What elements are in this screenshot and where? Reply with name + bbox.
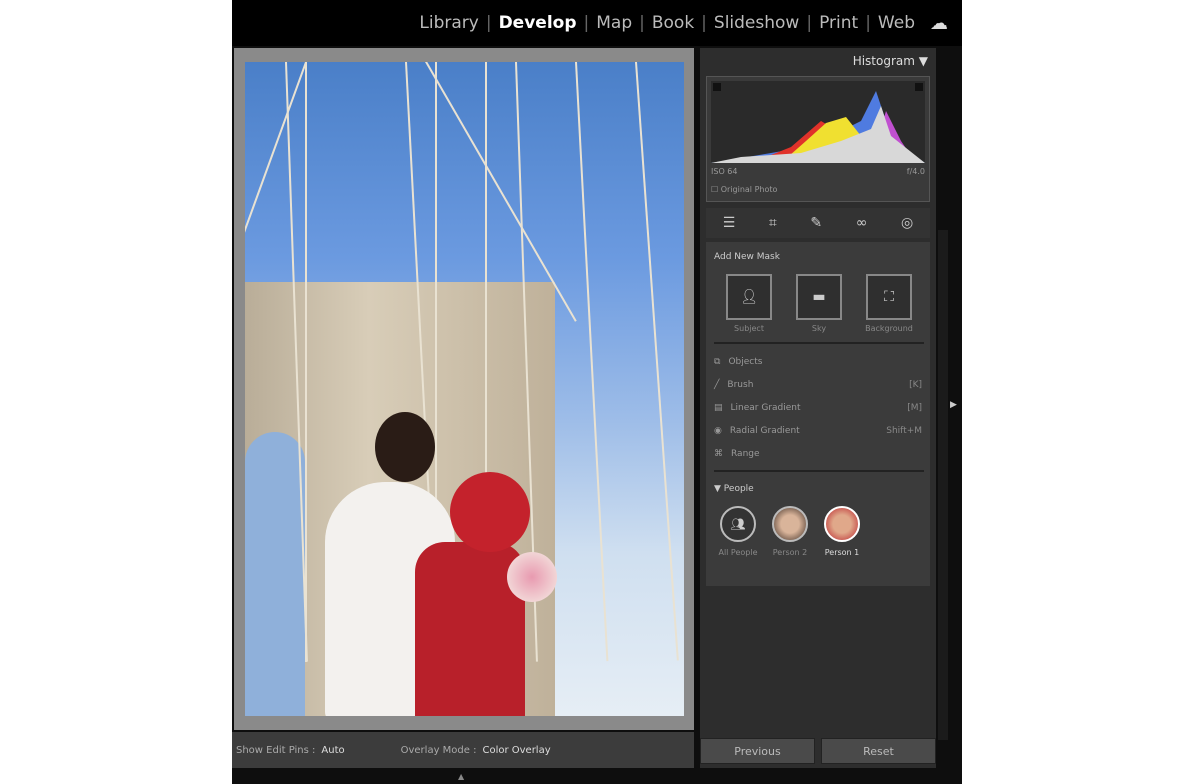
person-1-avatar[interactable] — [824, 506, 860, 542]
tool-label: Brush — [727, 380, 754, 390]
filmstrip-toggle-icon[interactable]: ▲ — [458, 772, 464, 781]
previous-button[interactable]: Previous — [700, 738, 815, 764]
person-1-label: Person 1 — [824, 548, 860, 557]
bridge-cable — [575, 62, 609, 662]
module-map[interactable]: Map — [589, 13, 639, 33]
linear-gradient-icon: ▤ — [714, 403, 723, 413]
tool-strip: ☰ ⌗ ✎ ∞ ◎ — [706, 208, 930, 238]
tool-label: Range — [731, 449, 760, 459]
module-print[interactable]: Print — [812, 13, 865, 33]
brush-icon: ╱ — [714, 380, 720, 390]
radial-gradient-tool[interactable]: ◉ Radial Gradient Shift+M — [714, 421, 922, 441]
divider — [714, 342, 924, 344]
module-slideshow[interactable]: Slideshow — [707, 13, 806, 33]
bridge-cable — [635, 62, 679, 661]
iso-readout: ISO 64 — [711, 167, 738, 176]
linear-gradient-tool[interactable]: ▤ Linear Gradient [M] — [714, 398, 922, 418]
people-heading[interactable]: ▼ People — [714, 484, 754, 494]
overlay-mode-label: Overlay Mode : — [400, 744, 477, 756]
radial-gradient-icon: ◉ — [714, 426, 722, 436]
right-panel: Histogram ▼ ISO 64 f/4.0 ☐ Original Phot… — [700, 48, 936, 768]
module-book[interactable]: Book — [645, 13, 701, 33]
highlight-clipping-icon — [915, 83, 923, 91]
bride-head — [375, 412, 435, 482]
nav-buttons: Previous Reset — [700, 738, 936, 764]
sky-icon: ▬ — [812, 289, 826, 305]
lightroom-window: ▲ Library|Develop|Map|Book|Slideshow|Pri… — [232, 0, 962, 784]
sliders-icon[interactable]: ☰ — [723, 215, 736, 231]
add-new-mask-heading: Add New Mask — [714, 252, 780, 262]
toolbar: Show Edit Pins : Auto Overlay Mode : Col… — [232, 732, 694, 768]
person-2-avatar[interactable] — [772, 506, 808, 542]
module-picker: Library | Develop | Map | Book | Slideshow | Print… — [232, 0, 962, 46]
module-develop[interactable]: Develop — [492, 13, 584, 33]
range-icon: ⌘ — [714, 449, 723, 459]
all-people-label: All People — [718, 548, 758, 557]
select-subject-button[interactable]: 👤︎ — [726, 274, 772, 320]
divider — [714, 470, 924, 472]
histogram: ISO 64 f/4.0 ☐ Original Photo — [706, 76, 930, 202]
shortcut: [K] — [909, 380, 922, 390]
brush-tool[interactable]: ╱ Brush [K] — [714, 375, 922, 395]
select-background-button[interactable]: ⛶ — [866, 274, 912, 320]
bridge-arch — [245, 432, 305, 716]
all-people-button[interactable]: 👥︎ — [720, 506, 756, 542]
cloud-icon[interactable]: ☁ — [930, 13, 948, 34]
person-2-label: Person 2 — [772, 548, 808, 557]
red-eye-icon[interactable]: ∞ — [856, 215, 868, 231]
sky-label: Sky — [811, 324, 827, 333]
bridge-cable — [305, 62, 307, 662]
people-label: People — [723, 484, 754, 494]
healing-icon[interactable]: ✎ — [810, 215, 822, 231]
edit-pins-label: Show Edit Pins : — [236, 744, 316, 756]
select-sky-button[interactable]: ▬ — [796, 274, 842, 320]
background-icon: ⛶ — [884, 289, 894, 305]
overlay-mode-select[interactable]: Color Overlay — [482, 745, 550, 756]
tool-label: Objects — [728, 357, 763, 367]
range-tool[interactable]: ⌘ Range — [714, 444, 922, 464]
shadow-clipping-icon — [713, 83, 721, 91]
masking-panel: Add New Mask 👤︎ ▬ ⛶ Subject Sky Backgrou… — [706, 242, 930, 586]
collapse-triangle-icon[interactable]: ▼ — [919, 54, 928, 68]
groom-head-mask-overlay — [450, 472, 530, 552]
module-web[interactable]: Web — [871, 13, 922, 33]
reset-button[interactable]: Reset — [821, 738, 936, 764]
histogram-header[interactable]: Histogram ▼ — [700, 48, 936, 72]
histogram-title: Histogram — [852, 54, 915, 68]
aperture-readout: f/4.0 — [906, 167, 925, 176]
objects-icon: ⧉ — [714, 357, 721, 367]
bouquet — [507, 552, 557, 602]
subject-label: Subject — [734, 324, 764, 333]
tool-label: Radial Gradient — [729, 426, 800, 436]
original-photo-label: Original Photo — [720, 185, 778, 194]
masking-icon[interactable]: ◎ — [901, 215, 913, 231]
panel-scrollbar[interactable] — [938, 230, 948, 740]
right-panel-toggle-icon[interactable]: ▶ — [950, 400, 957, 410]
person-icon: 👤︎ — [740, 289, 758, 305]
tool-label: Linear Gradient — [730, 403, 801, 413]
crop-icon[interactable]: ⌗ — [769, 215, 777, 231]
objects-tool[interactable]: ⧉ Objects — [714, 352, 922, 372]
histogram-graph — [711, 81, 925, 163]
module-library[interactable]: Library — [412, 13, 485, 33]
background-label: Background — [865, 324, 913, 333]
photo-canvas[interactable] — [234, 48, 694, 730]
original-photo-checkbox[interactable]: ☐ Original Photo — [711, 185, 777, 194]
shortcut: [M] — [907, 403, 922, 413]
edit-pins-select[interactable]: Auto — [321, 745, 344, 756]
photo[interactable] — [245, 62, 684, 716]
shortcut: Shift+M — [886, 426, 922, 436]
